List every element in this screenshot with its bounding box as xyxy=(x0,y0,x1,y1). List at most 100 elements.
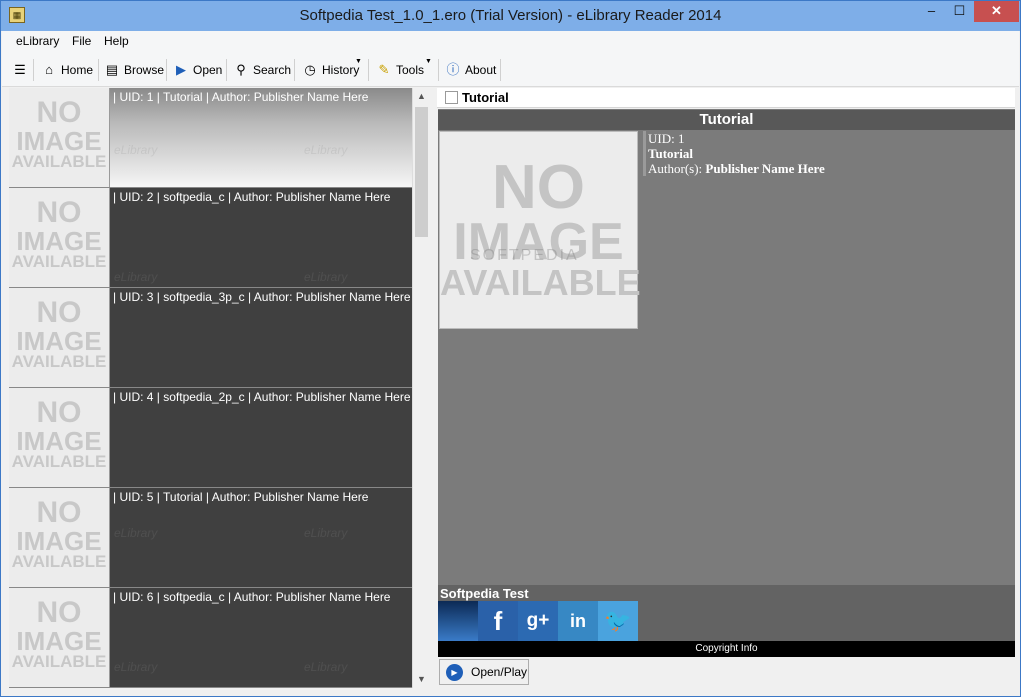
search-icon: ⚲ xyxy=(236,62,246,77)
clock-icon: ◷ xyxy=(304,62,316,77)
detail-header-title: Tutorial xyxy=(462,90,509,105)
detail-name: Tutorial xyxy=(648,146,694,161)
home-button[interactable]: ⌂ Home xyxy=(41,60,93,80)
watermark: eLibrary xyxy=(114,660,158,674)
window-title: Softpedia Test_1.0_1.ero (Trial Version)… xyxy=(299,7,722,24)
toolbar-separator xyxy=(368,59,369,81)
title-bar[interactable]: ▦ Softpedia Test_1.0_1.ero (Trial Versio… xyxy=(1,1,1020,31)
search-label: Search xyxy=(253,63,292,77)
tools-label: Tools xyxy=(396,63,425,77)
publisher-name: Softpedia Test xyxy=(440,586,529,601)
open-play-button[interactable]: ▶ Open/Play xyxy=(439,659,529,685)
facebook-icon[interactable]: f xyxy=(478,601,518,641)
maximize-button[interactable]: ☐ xyxy=(946,1,973,22)
info-icon: ⓘ xyxy=(446,62,460,77)
list-item[interactable]: NO IMAGE AVAILABLE | UID: 3 | softpedia_… xyxy=(9,288,412,388)
no-image-thumbnail: NO IMAGE AVAILABLE xyxy=(9,488,110,587)
list-item[interactable]: NO IMAGE AVAILABLE | UID: 6 | softpedia_… xyxy=(9,588,412,688)
history-dropdown-icon[interactable]: ▼ xyxy=(355,58,362,65)
open-icon: ▶ xyxy=(176,62,186,77)
twitter-icon[interactable]: 🐦 xyxy=(598,601,638,641)
list-scrollbar[interactable]: ▲ ▼ xyxy=(412,88,430,688)
tools-icon: ✎ xyxy=(378,62,390,77)
watermark: eLibrary xyxy=(304,270,348,284)
toolbar-separator xyxy=(33,59,34,81)
no-image-thumbnail: NO IMAGE AVAILABLE xyxy=(9,188,110,287)
browse-icon: ▤ xyxy=(105,62,119,77)
history-button[interactable]: ◷ History xyxy=(302,60,359,80)
watermark: eLibrary xyxy=(304,143,348,157)
scroll-down-arrow-icon[interactable]: ▼ xyxy=(413,671,430,688)
detail-uid: UID: 1 xyxy=(643,131,825,146)
history-label: History xyxy=(322,63,360,77)
no-image-thumbnail: NO IMAGE AVAILABLE xyxy=(9,588,110,687)
browse-label: Browse xyxy=(124,63,165,77)
toolbar: ☰ ⌂ Home ▤ Browse ▶ Open ⚲ Search ◷ Hist… xyxy=(2,53,1019,87)
publisher-footer: Softpedia Test f g+ in 🐦 xyxy=(438,585,1015,641)
browse-button[interactable]: ▤ Browse xyxy=(104,60,164,80)
about-button[interactable]: ⓘ About xyxy=(445,60,496,80)
pane-splitter[interactable] xyxy=(430,88,437,688)
no-image-thumbnail: NO IMAGE AVAILABLE xyxy=(9,288,110,387)
list-item[interactable]: NO IMAGE AVAILABLE | UID: 1 | Tutorial |… xyxy=(9,88,412,188)
menu-bar: eLibrary File Help xyxy=(2,31,1019,53)
menu-help[interactable]: Help xyxy=(104,34,129,48)
open-label: Open xyxy=(193,63,223,77)
watermark: eLibrary xyxy=(304,526,348,540)
list-item[interactable]: NO IMAGE AVAILABLE | UID: 4 | softpedia_… xyxy=(9,388,412,488)
library-list[interactable]: NO IMAGE AVAILABLE | UID: 1 | Tutorial |… xyxy=(9,88,412,688)
open-button[interactable]: ▶ Open xyxy=(173,60,222,80)
watermark: eLibrary xyxy=(114,270,158,284)
toolbar-separator xyxy=(166,59,167,81)
detail-view: Tutorial NO IMAGE AVAILABLE SOFTPEDIA UI… xyxy=(438,109,1015,585)
list-view-icon: ☰ xyxy=(14,62,26,77)
about-label: About xyxy=(465,63,497,77)
search-button[interactable]: ⚲ Search xyxy=(233,60,291,80)
list-item-text: | UID: 3 | softpedia_3p_c | Author: Publ… xyxy=(113,290,411,304)
detail-info: UID: 1 Tutorial Author(s): Publisher Nam… xyxy=(643,131,825,176)
scroll-thumb[interactable] xyxy=(415,107,428,237)
open-play-label: Open/Play xyxy=(471,665,528,679)
list-item-text: | UID: 1 | Tutorial | Author: Publisher … xyxy=(113,90,369,104)
list-item[interactable]: NO IMAGE AVAILABLE | UID: 5 | Tutorial |… xyxy=(9,488,412,588)
home-icon: ⌂ xyxy=(45,62,53,77)
no-image-thumbnail: NO IMAGE AVAILABLE xyxy=(9,88,110,187)
menu-elibrary[interactable]: eLibrary xyxy=(16,34,59,48)
cover-image: NO IMAGE AVAILABLE SOFTPEDIA xyxy=(439,131,641,329)
minimize-button[interactable]: – xyxy=(918,1,945,22)
detail-author: Publisher Name Here xyxy=(705,161,825,176)
watermark: eLibrary xyxy=(304,660,348,674)
app-window: ▦ Softpedia Test_1.0_1.ero (Trial Versio… xyxy=(0,0,1021,697)
watermark: eLibrary xyxy=(114,526,158,540)
list-item[interactable]: NO IMAGE AVAILABLE | UID: 2 | softpedia_… xyxy=(9,188,412,288)
toolbar-separator xyxy=(226,59,227,81)
toolbar-separator xyxy=(500,59,501,81)
toolbar-separator xyxy=(294,59,295,81)
detail-pane: Tutorial Tutorial NO IMAGE AVAILABLE SOF… xyxy=(437,88,1015,688)
google-plus-icon[interactable]: g+ xyxy=(518,601,558,641)
softpedia-watermark: SOFTPEDIA xyxy=(470,247,579,264)
menu-file[interactable]: File xyxy=(72,34,91,48)
publisher-logo[interactable] xyxy=(438,601,478,641)
toolbar-separator xyxy=(98,59,99,81)
list-item-text: | UID: 5 | Tutorial | Author: Publisher … xyxy=(113,490,369,504)
detail-author-label: Author(s): xyxy=(648,161,703,176)
detail-title: Tutorial xyxy=(438,110,1015,130)
watermark: eLibrary xyxy=(114,143,158,157)
detail-checkbox[interactable] xyxy=(445,91,458,104)
scroll-up-arrow-icon[interactable]: ▲ xyxy=(413,88,430,105)
no-image-thumbnail: NO IMAGE AVAILABLE xyxy=(9,388,110,487)
linkedin-icon[interactable]: in xyxy=(558,601,598,641)
list-item-text: | UID: 4 | softpedia_2p_c | Author: Publ… xyxy=(113,390,411,404)
toolbar-separator xyxy=(438,59,439,81)
tools-dropdown-icon[interactable]: ▼ xyxy=(425,58,432,65)
close-button[interactable]: ✕ xyxy=(974,1,1019,22)
play-icon: ▶ xyxy=(446,663,463,681)
copyright-info[interactable]: Copyright Info xyxy=(438,641,1015,657)
list-item-text: | UID: 2 | softpedia_c | Author: Publish… xyxy=(113,190,391,204)
detail-header: Tutorial xyxy=(437,88,1015,108)
tools-button[interactable]: ✎ Tools xyxy=(376,60,424,80)
list-item-text: | UID: 6 | softpedia_c | Author: Publish… xyxy=(113,590,391,604)
panel-toggle-button[interactable]: ☰ xyxy=(12,60,28,80)
home-label: Home xyxy=(61,63,94,77)
